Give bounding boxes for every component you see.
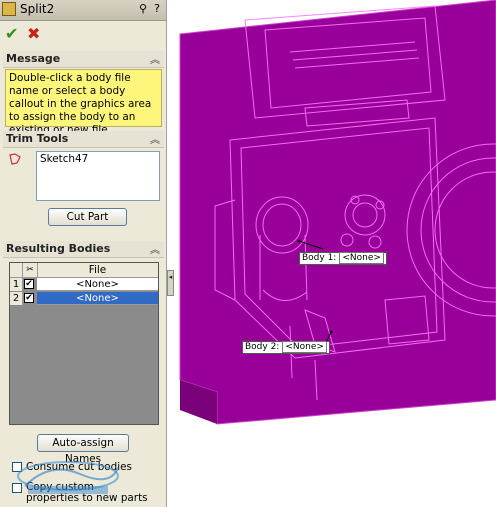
trim-tools-header-label: Trim Tools: [6, 132, 69, 145]
cancel-x-icon[interactable]: ✖: [27, 24, 40, 43]
split-feature-icon: [2, 2, 16, 16]
file-column-header: File: [88, 264, 107, 276]
ok-check-icon[interactable]: ✔: [5, 24, 18, 43]
part-body-face[interactable]: [179, 0, 496, 425]
message-group-header[interactable]: Message ︽: [3, 51, 164, 68]
sketch-selection-icon: [9, 153, 21, 165]
row-number: 2: [10, 292, 23, 305]
callout-label: Body 2:: [245, 342, 280, 352]
collapse-chevron-icon[interactable]: ︽: [150, 241, 160, 256]
watermark-logo-icon: [17, 461, 119, 494]
row-file-cell[interactable]: <None>: [37, 292, 158, 305]
collapse-chevron-icon[interactable]: ︽: [150, 131, 160, 146]
panel-title: Split2: [20, 2, 55, 16]
message-group: Message ︽ Double-click a body file name …: [3, 51, 164, 136]
body-2-callout[interactable]: Body 2: <None>: [242, 341, 330, 354]
panel-title-bar: Split2 ⚲ ?: [0, 0, 166, 21]
resulting-bodies-header-label: Resulting Bodies: [6, 242, 111, 255]
callout-value[interactable]: <None>: [339, 252, 384, 264]
row-number: 1: [10, 278, 23, 291]
scissors-icon: ✂: [22, 263, 38, 277]
table-header-row: ✂ File: [10, 263, 158, 278]
cut-part-button[interactable]: Cut Part: [48, 208, 127, 226]
body-1-callout[interactable]: Body 1: <None>: [299, 252, 387, 265]
row-checkbox[interactable]: ✔: [24, 279, 34, 289]
bodies-table: ✂ File 1 ✔ <None> 2 ✔ <None>: [9, 262, 159, 425]
resulting-bodies-header[interactable]: Resulting Bodies ︽: [3, 241, 164, 258]
trim-tools-group: Trim Tools ︽ Sketch47 Cut Part: [3, 131, 164, 235]
callout-value[interactable]: <None>: [282, 341, 327, 353]
table-row[interactable]: 1 ✔ <None>: [10, 278, 158, 291]
callout-label: Body 1:: [302, 253, 337, 263]
help-icon[interactable]: ?: [150, 2, 164, 16]
list-item[interactable]: Sketch47: [40, 153, 156, 165]
trim-tools-header[interactable]: Trim Tools ︽: [3, 131, 164, 148]
property-manager-panel: Split2 ⚲ ? ✔ ✖ Message ︽ Double-click a …: [0, 0, 167, 507]
row-checkbox[interactable]: ✔: [24, 293, 34, 303]
collapse-chevron-icon[interactable]: ︽: [150, 51, 160, 66]
message-text: Double-click a body file name or select …: [5, 69, 162, 136]
row-file-cell[interactable]: <None>: [37, 278, 158, 291]
table-row[interactable]: 2 ✔ <None>: [10, 292, 158, 305]
message-header-label: Message: [6, 52, 61, 65]
graphics-area[interactable]: Body 1: <None> Body 2: <None>: [175, 0, 496, 507]
auto-assign-names-button[interactable]: Auto-assign Names: [37, 434, 129, 465]
panel-splitter-handle[interactable]: ◂: [167, 270, 174, 296]
pushpin-icon[interactable]: ⚲: [136, 2, 150, 16]
action-buttons: ✔ ✖: [3, 24, 63, 43]
trim-tools-list[interactable]: Sketch47: [36, 151, 160, 201]
